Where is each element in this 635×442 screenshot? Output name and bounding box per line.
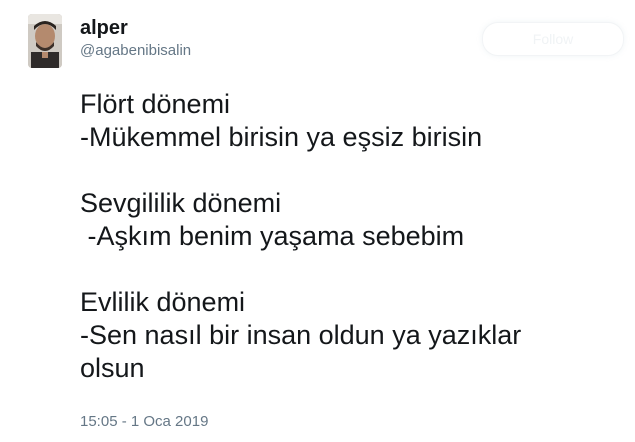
user-handle[interactable]: @agabenibisalin	[80, 42, 191, 60]
tweet-line: olsun	[80, 353, 145, 383]
tweet-timestamp[interactable]: 15:05 - 1 Oca 2019	[80, 413, 208, 431]
avatar[interactable]	[28, 14, 62, 68]
tweet-line: -Mükemmel birisin ya eşsiz birisin	[80, 122, 483, 152]
tweet-line: Flört dönemi	[80, 89, 231, 119]
user-info: alper @agabenibisalin	[80, 16, 191, 60]
tweet-card: alper @agabenibisalin Follow Flört dönem…	[0, 0, 635, 442]
tweet-line: -Aşkım benim yaşama sebebim	[80, 221, 465, 251]
tweet-line: -Sen nasıl bir insan oldun ya yazıklar	[80, 320, 522, 350]
display-name[interactable]: alper	[80, 16, 191, 40]
tweet-text: Flört dönemi -Mükemmel birisin ya eşsiz …	[80, 88, 620, 385]
tweet-line: Sevgililik dönemi	[80, 188, 282, 218]
follow-button[interactable]: Follow	[482, 22, 624, 56]
tweet-line: Evlilik dönemi	[80, 287, 246, 317]
